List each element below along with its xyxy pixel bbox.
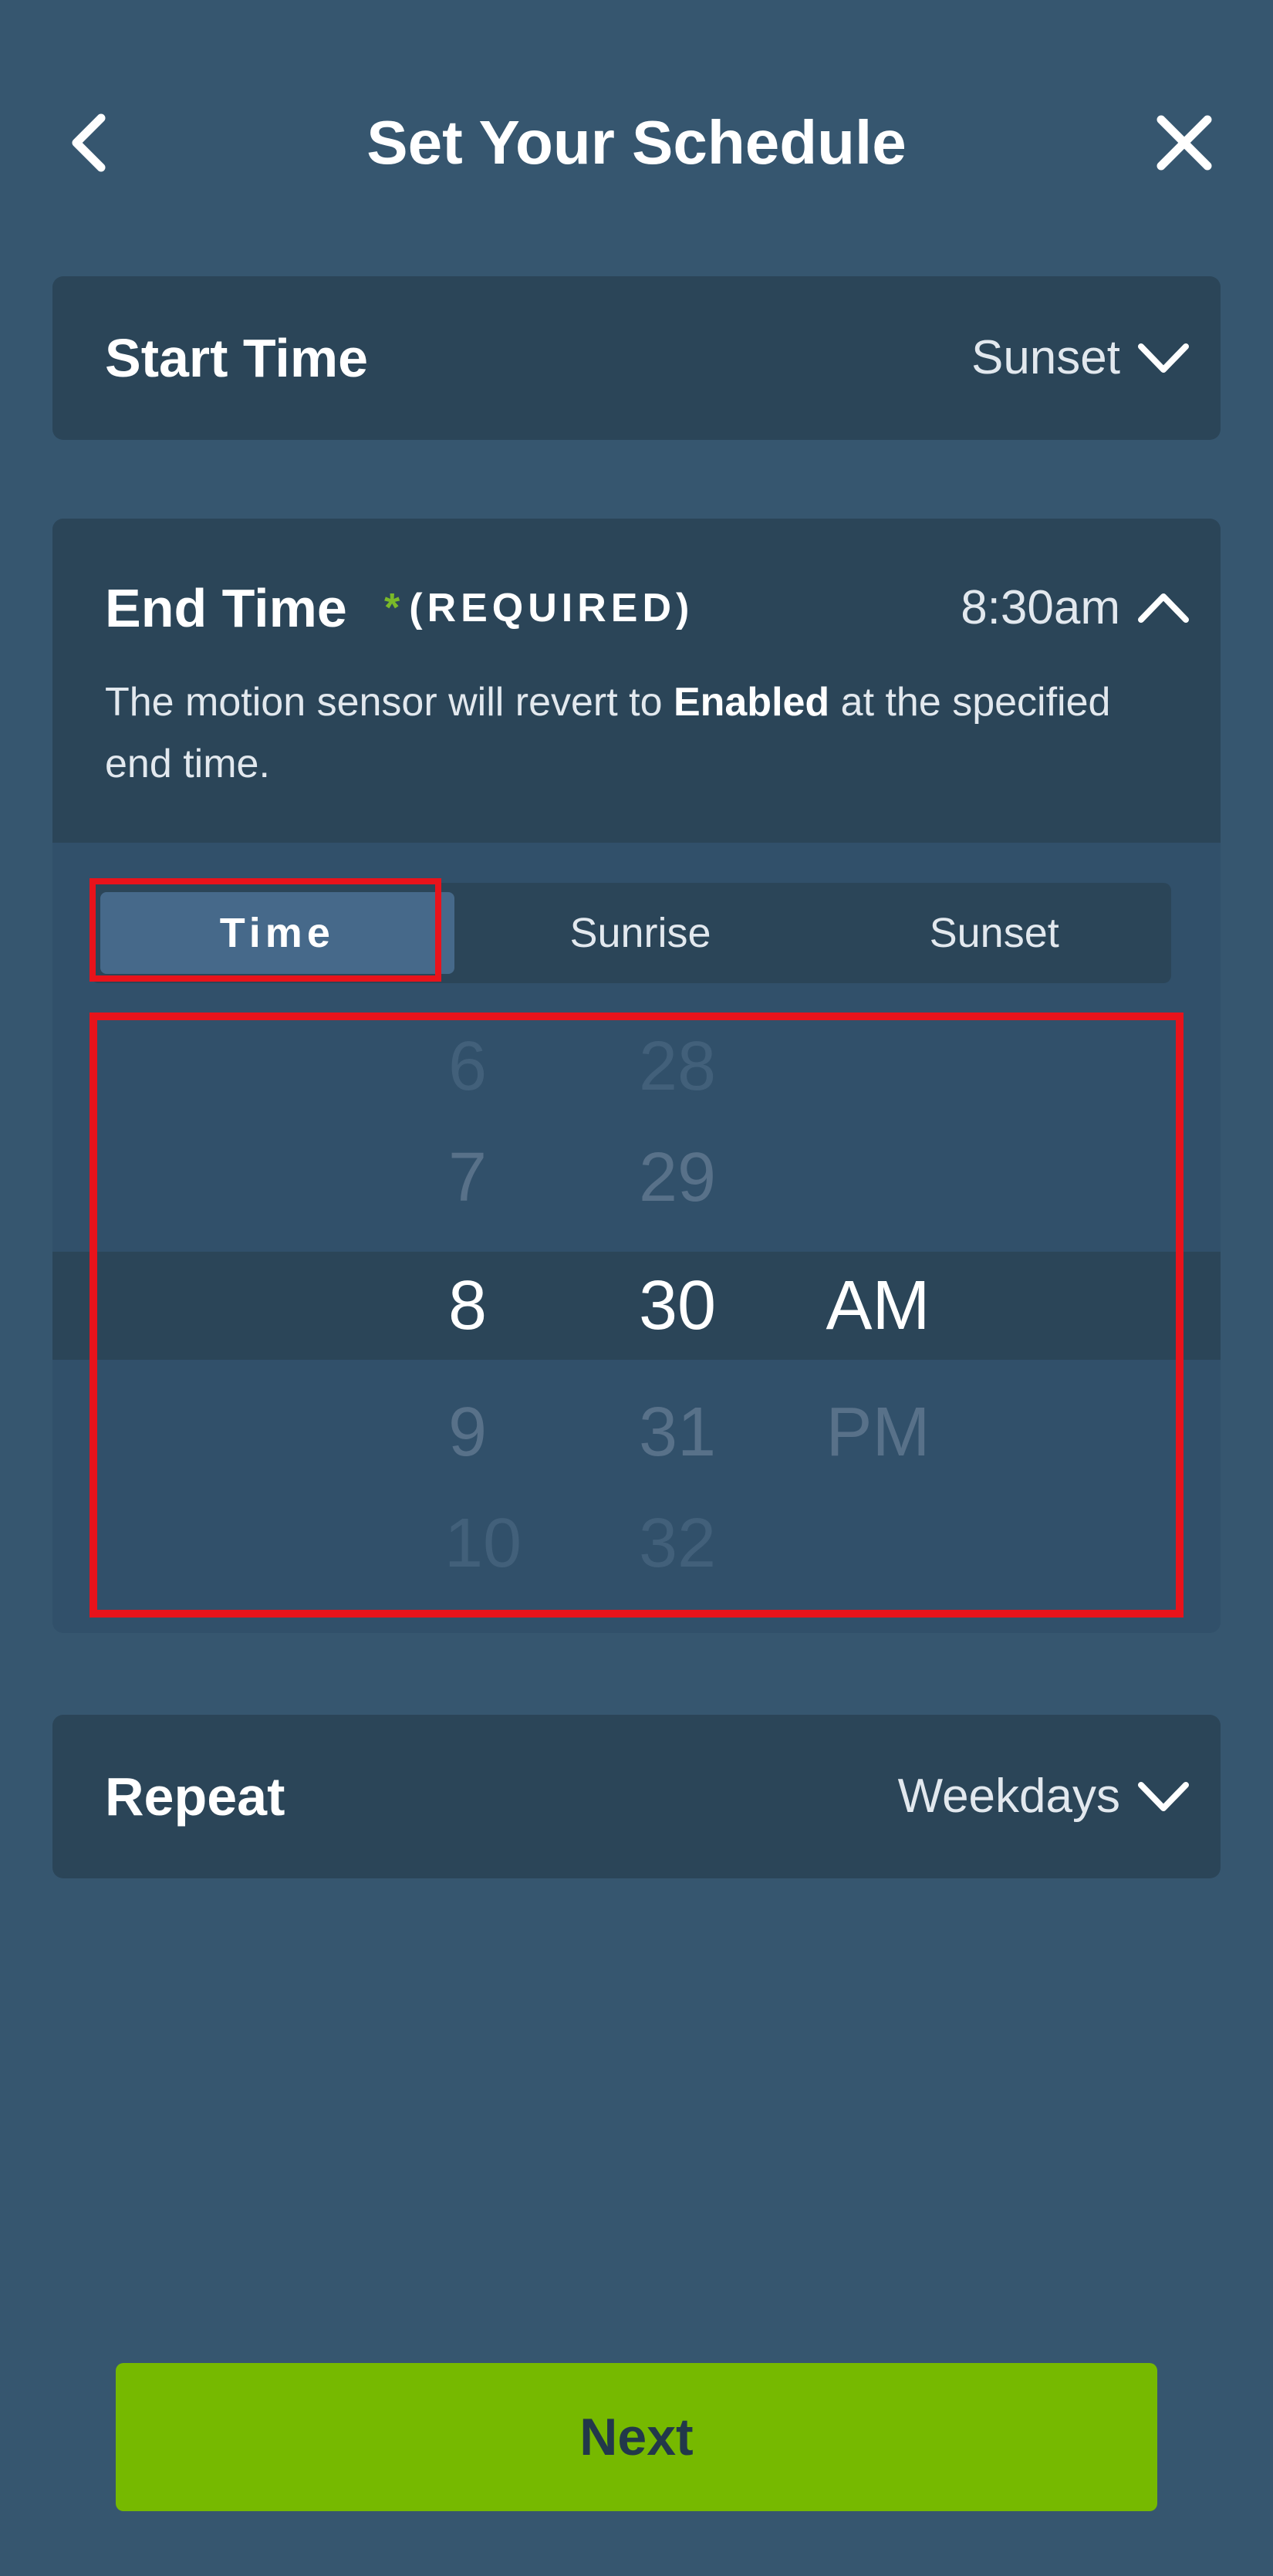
period-option[interactable]: PM — [801, 1378, 955, 1486]
close-button[interactable] — [1142, 100, 1227, 185]
end-time-header[interactable]: End Time * (REQUIRED) 8:30am The motion s… — [52, 519, 1221, 843]
repeat-value: Weekdays — [897, 1770, 1120, 1823]
start-time-value: Sunset — [971, 331, 1120, 384]
chevron-down-icon — [1138, 1782, 1189, 1811]
end-time-value: 8:30am — [961, 581, 1120, 634]
minute-selected[interactable]: 30 — [600, 1252, 755, 1360]
page-title: Set Your Schedule — [366, 108, 907, 177]
back-button[interactable] — [46, 100, 131, 185]
schedule-screen: Set Your Schedule Start Time Sunset End … — [0, 0, 1273, 2576]
start-time-row[interactable]: Start Time Sunset — [52, 276, 1221, 440]
time-picker[interactable]: 6 7 8 9 10 28 29 30 31 32 AM PM — [52, 1012, 1221, 1611]
required-star: * — [384, 586, 405, 630]
tab-time[interactable]: Time — [100, 892, 454, 974]
hour-selected[interactable]: 8 — [390, 1252, 545, 1360]
end-time-label: End Time — [105, 578, 347, 638]
repeat-row[interactable]: Repeat Weekdays — [52, 1715, 1221, 1878]
required-label: (REQUIRED) — [409, 586, 694, 630]
chevron-left-icon — [72, 113, 106, 172]
minute-option[interactable]: 31 — [600, 1378, 755, 1486]
minute-option[interactable]: 32 — [600, 1489, 755, 1597]
start-time-toggle[interactable] — [1133, 327, 1194, 389]
repeat-toggle[interactable] — [1133, 1766, 1194, 1827]
chevron-down-icon — [1138, 343, 1189, 373]
tab-sunset[interactable]: Sunset — [817, 883, 1171, 983]
end-time-panel: End Time * (REQUIRED) 8:30am The motion s… — [52, 519, 1221, 1633]
minute-option[interactable]: 28 — [600, 1012, 755, 1121]
hour-option[interactable]: 6 — [390, 1012, 545, 1121]
chevron-up-icon — [1138, 593, 1189, 623]
tab-sunrise[interactable]: Sunrise — [464, 883, 818, 983]
start-time-label: Start Time — [105, 328, 369, 388]
close-icon — [1157, 115, 1212, 171]
period-selected[interactable]: AM — [801, 1252, 955, 1360]
end-time-mode-selector: Time Sunrise Sunset — [91, 883, 1171, 983]
minute-option[interactable]: 29 — [600, 1124, 755, 1232]
next-button[interactable]: Next — [116, 2363, 1157, 2511]
end-time-description: The motion sensor will revert to Enabled… — [105, 680, 1111, 786]
required-tag: * (REQUIRED) — [384, 577, 694, 639]
hour-option[interactable]: 10 — [406, 1489, 560, 1597]
hour-option[interactable]: 7 — [390, 1124, 545, 1232]
repeat-label: Repeat — [105, 1766, 285, 1827]
enabled-text: Enabled — [673, 680, 830, 725]
hour-option[interactable]: 9 — [390, 1378, 545, 1486]
end-time-toggle[interactable] — [1133, 577, 1194, 639]
header: Set Your Schedule — [0, 0, 1273, 262]
